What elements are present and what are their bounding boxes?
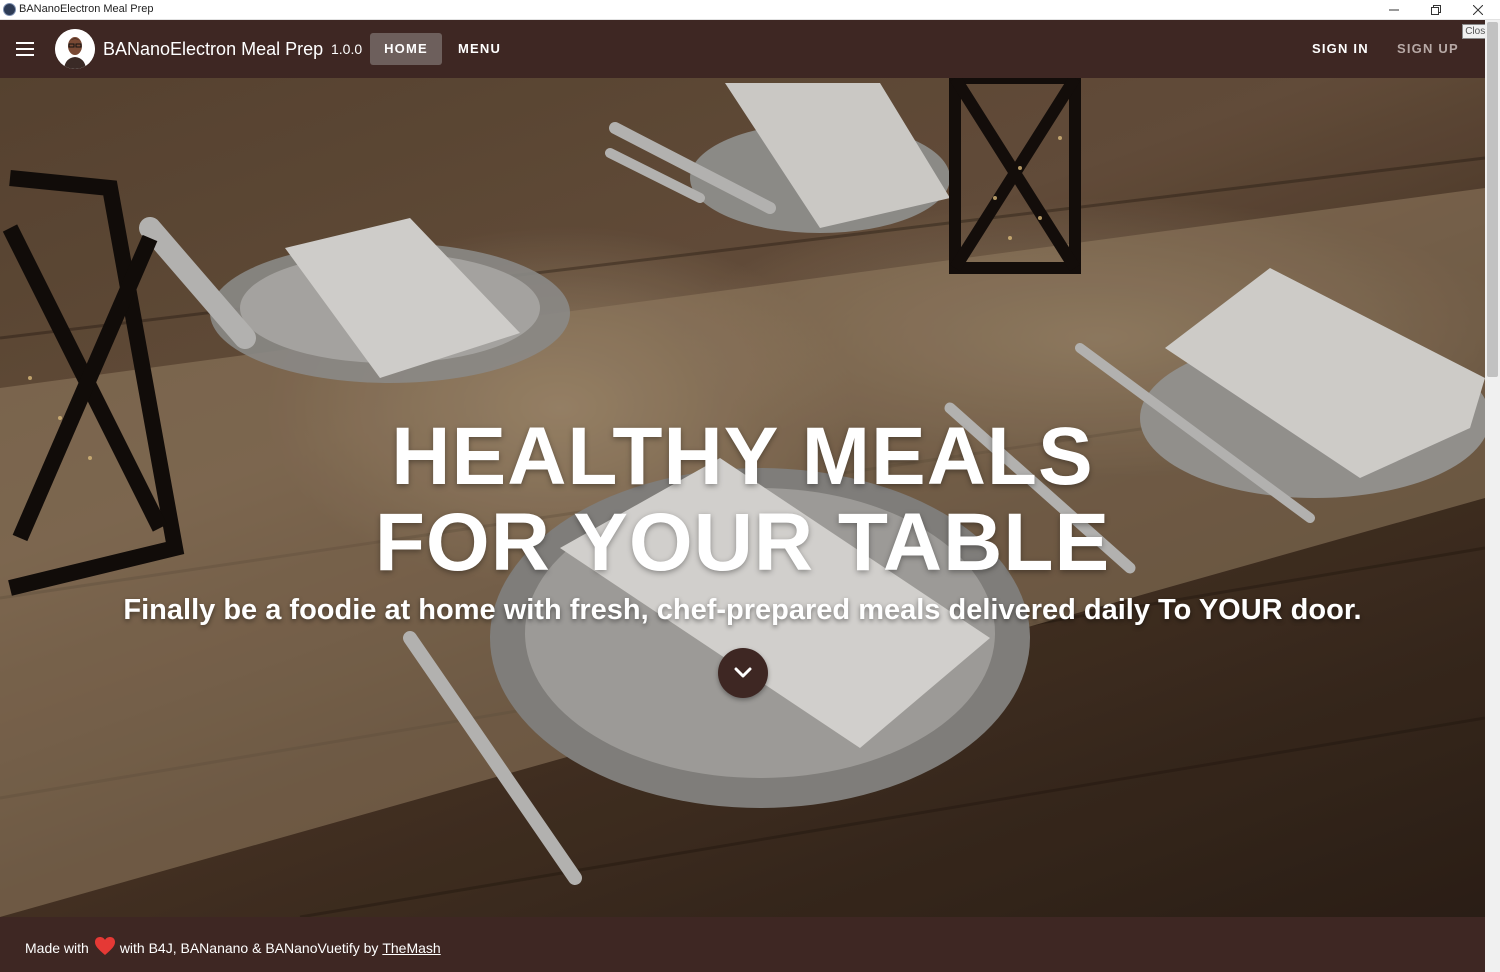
hero-headline-line2: FOR YOUR TABLE (374, 497, 1111, 588)
electron-app-icon (3, 3, 16, 16)
nav-home-button[interactable]: HOME (370, 33, 442, 65)
scrollbar-thumb[interactable] (1487, 22, 1498, 377)
sign-up-button[interactable]: SIGN UP (1382, 33, 1474, 65)
window-titlebar: BANanoElectron Meal Prep (0, 0, 1500, 20)
avatar[interactable] (55, 29, 95, 69)
page-scrollbar[interactable] (1485, 20, 1500, 972)
chevron-down-icon (734, 667, 752, 678)
footer-made-with: Made with (25, 939, 89, 956)
window-title: BANanoElectron Meal Prep (19, 3, 154, 15)
nav-menu-button[interactable]: MENU (443, 33, 516, 65)
hero-headline: HEALTHY MEALS FOR YOUR TABLE (0, 414, 1485, 586)
minimize-icon[interactable] (1373, 0, 1415, 20)
scroll-down-button[interactable] (718, 648, 768, 698)
app-title: BANanoElectron Meal Prep (103, 39, 324, 59)
footer-credits: Made with with B4J, BANanano & BANanoVue… (25, 936, 441, 959)
footer: Made with with B4J, BANanano & BANanoVue… (0, 917, 1485, 972)
close-icon[interactable] (1457, 0, 1499, 20)
sign-in-button[interactable]: SIGN IN (1297, 33, 1384, 65)
author-link[interactable]: TheMash (382, 940, 440, 956)
hero-subtitle: Finally be a foodie at home with fresh, … (123, 594, 1362, 626)
restore-icon[interactable] (1415, 0, 1457, 20)
footer-credits-text: with B4J, BANanano & BANanoVuetify by (119, 939, 379, 956)
heart-icon (94, 936, 116, 959)
app-bar: BANanoElectron Meal Prep 1.0.0 HOME MENU… (0, 20, 1485, 78)
hero-headline-line1: HEALTHY MEALS (391, 411, 1094, 502)
hero-section: HEALTHY MEALS FOR YOUR TABLE Finally be … (0, 78, 1485, 917)
menu-icon[interactable] (11, 35, 39, 63)
app-version: 1.0.0 (331, 41, 363, 57)
